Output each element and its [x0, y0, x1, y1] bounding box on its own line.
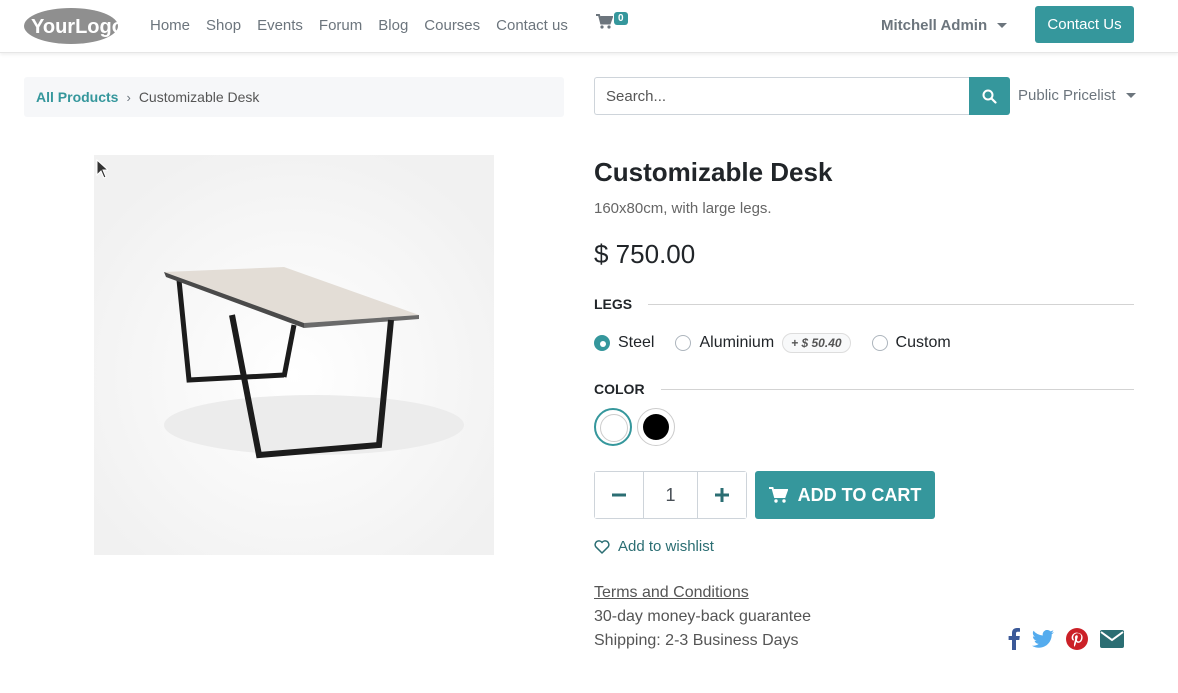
cart-icon	[596, 14, 614, 29]
minus-icon	[612, 493, 626, 497]
cart-count-badge: 0	[614, 12, 628, 25]
plus-icon	[715, 488, 729, 502]
product-title: Customizable Desk	[594, 157, 833, 187]
heart-icon	[594, 539, 610, 554]
guarantee-text: 30-day money-back guarantee	[594, 608, 812, 625]
quantity-input[interactable]: 1	[643, 472, 698, 518]
product-price: $ 750.00	[594, 239, 696, 269]
cart-icon	[768, 487, 788, 503]
add-to-wishlist-link[interactable]: Add to wishlist	[594, 538, 714, 555]
product-image[interactable]	[94, 155, 494, 555]
user-menu[interactable]: Mitchell Admin	[881, 17, 1008, 34]
logo[interactable]: YourLogo	[23, 7, 119, 45]
add-to-cart-button[interactable]: ADD TO CART	[755, 471, 935, 519]
chevron-right-icon: ›	[126, 89, 131, 105]
color-label: COLOR	[594, 381, 645, 397]
increase-quantity-button[interactable]	[698, 472, 746, 518]
mouse-cursor-icon	[96, 159, 108, 179]
breadcrumb-all-products[interactable]: All Products	[36, 89, 118, 105]
radio-custom[interactable]	[871, 335, 888, 351]
chevron-down-icon	[997, 23, 1008, 28]
logo-text: YourLogo	[31, 16, 119, 38]
wishlist-label: Add to wishlist	[618, 538, 714, 555]
search-input[interactable]	[594, 77, 969, 115]
add-to-cart-label: ADD TO CART	[797, 484, 922, 505]
main-nav: Home Shop Events Forum Blog Courses Cont…	[150, 17, 584, 34]
nav-courses[interactable]: Courses	[424, 17, 480, 34]
decrease-quantity-button[interactable]	[595, 472, 643, 518]
pricelist-dropdown[interactable]: Public Pricelist	[1018, 87, 1136, 104]
nav-home[interactable]: Home	[150, 17, 190, 34]
twitter-icon[interactable]	[1032, 630, 1054, 648]
nav-contact-us[interactable]: Contact us	[496, 17, 568, 34]
quantity-stepper: 1	[594, 471, 747, 519]
radio-aluminium[interactable]	[675, 335, 692, 351]
legs-option-steel[interactable]: Steel	[594, 334, 654, 352]
divider	[660, 388, 1134, 390]
email-icon[interactable]	[1100, 630, 1124, 648]
color-attribute-label: COLOR	[594, 381, 1134, 397]
radio-steel[interactable]	[594, 335, 610, 351]
search-bar	[594, 77, 1010, 115]
legs-option-label: Aluminium	[699, 334, 775, 351]
legs-attribute-label: LEGS	[594, 296, 1134, 312]
nav-events[interactable]: Events	[257, 17, 303, 34]
nav-forum[interactable]: Forum	[319, 17, 362, 34]
shipping-text: Shipping: 2-3 Business Days	[594, 632, 799, 649]
color-swatch-black[interactable]	[637, 408, 675, 446]
user-name: Mitchell Admin	[881, 17, 988, 34]
divider	[648, 303, 1134, 305]
search-icon	[982, 89, 997, 104]
legs-option-label: Custom	[895, 334, 951, 351]
search-button[interactable]	[969, 77, 1010, 115]
pricelist-label: Public Pricelist	[1018, 87, 1116, 104]
desk-image	[94, 155, 494, 555]
legs-option-custom[interactable]: Custom	[871, 334, 951, 352]
color-swatch-white[interactable]	[594, 408, 632, 446]
legs-option-aluminium[interactable]: Aluminium + $ 50.40	[675, 333, 851, 353]
site-header: YourLogo Home Shop Events Forum Blog Cou…	[0, 0, 1178, 53]
terms-link[interactable]: Terms and Conditions	[594, 584, 749, 602]
breadcrumb: All Products › Customizable Desk	[24, 77, 564, 117]
social-share	[1008, 628, 1124, 650]
cart-link[interactable]: 0	[596, 12, 628, 34]
legs-options: Steel Aluminium + $ 50.40 Custom	[594, 333, 972, 353]
price-extra-badge: + $ 50.40	[782, 333, 851, 353]
chevron-down-icon	[1125, 93, 1136, 98]
pinterest-icon[interactable]	[1066, 628, 1088, 650]
legs-label: LEGS	[594, 296, 633, 312]
product-description: 160x80cm, with large legs.	[594, 200, 772, 217]
nav-blog[interactable]: Blog	[378, 17, 408, 34]
legs-option-label: Steel	[618, 334, 655, 351]
contact-us-button[interactable]: Contact Us	[1035, 6, 1134, 43]
facebook-icon[interactable]	[1008, 628, 1020, 650]
nav-shop[interactable]: Shop	[206, 17, 241, 34]
breadcrumb-current: Customizable Desk	[138, 89, 260, 105]
